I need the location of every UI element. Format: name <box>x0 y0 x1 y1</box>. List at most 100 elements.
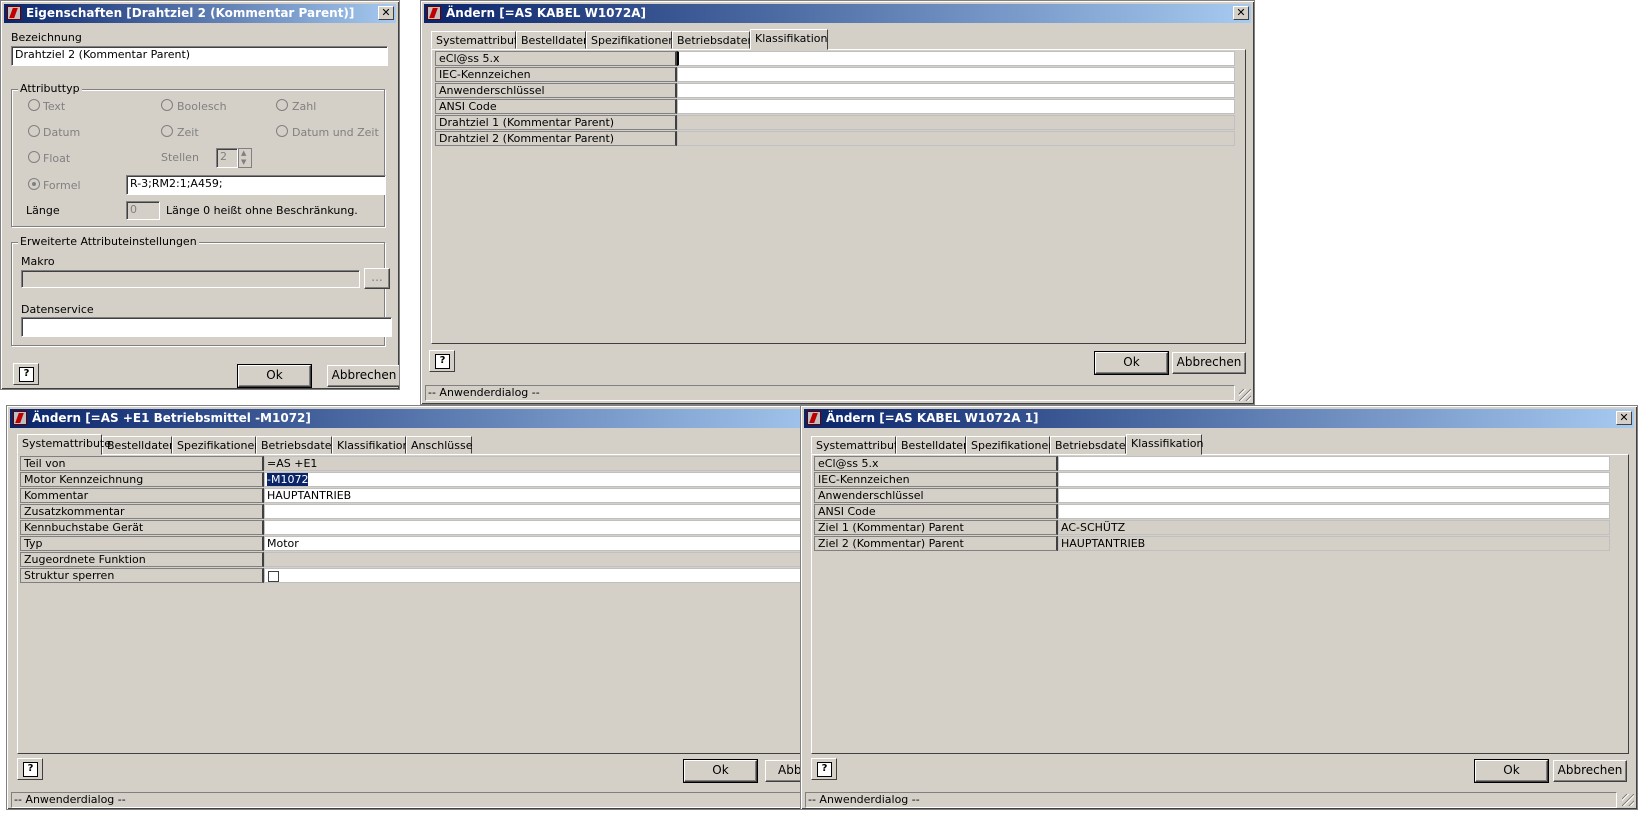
ok-button[interactable]: Ok <box>237 364 312 388</box>
property-value[interactable]: AC-SCHÜTZ <box>1058 520 1610 535</box>
table-row: Anwenderschlüssel <box>435 83 1235 98</box>
tab-spezifikationen[interactable]: Spezifikationen <box>586 31 675 49</box>
tab-spezifikationen[interactable]: Spezifikationen <box>172 436 261 454</box>
status-bar: -- Anwenderdialog -- <box>11 792 801 808</box>
close-icon: ✕ <box>381 6 391 19</box>
aendern-kabel-1-window: Ändern [=AS KABEL W1072A 1] ✕ Systemattr… <box>800 405 1638 810</box>
property-key: eCl@ss 5.x <box>814 456 1058 471</box>
title-bar[interactable]: Ändern [=AS +E1 Betriebsmittel -M1072] <box>10 409 801 428</box>
radio-datum-und-zeit[interactable] <box>276 125 288 137</box>
property-key: Ziel 1 (Kommentar) Parent <box>814 520 1058 535</box>
stellen-input[interactable]: 2 <box>216 148 238 168</box>
makro-input[interactable] <box>21 270 360 288</box>
ok-button[interactable]: Ok <box>683 759 758 783</box>
title-bar[interactable]: Eigenschaften [Drahtziel 2 (Kommentar Pa… <box>4 4 396 23</box>
property-value[interactable] <box>677 99 1235 114</box>
radio-zahl[interactable] <box>276 99 288 111</box>
radio-zeit[interactable] <box>161 125 173 137</box>
property-value[interactable] <box>677 51 1235 66</box>
property-key: Ziel 2 (Kommentar) Parent <box>814 536 1058 551</box>
resize-grip-icon[interactable] <box>1239 389 1251 401</box>
tab-betriebsdaten[interactable]: Betriebsdaten <box>672 31 754 49</box>
stellen-spinner[interactable]: ▲ ▼ <box>238 148 252 168</box>
tab-systemattribute[interactable]: Systemattribute <box>17 434 111 455</box>
property-key: Motor Kennzeichnung <box>20 472 264 487</box>
property-value[interactable]: -M1072 <box>264 472 801 487</box>
property-value[interactable]: Motor <box>264 536 801 551</box>
cancel-button[interactable]: Abbrechen <box>1553 760 1627 782</box>
property-key: Zusatzkommentar <box>20 504 264 519</box>
table-row: IEC-Kennzeichen <box>814 472 1610 487</box>
property-value[interactable] <box>264 504 801 519</box>
property-grid: eCl@ss 5.x IEC-Kennzeichen Anwenderschlü… <box>435 51 1235 149</box>
help-button[interactable]: ? <box>17 758 43 780</box>
tab-bestelldaten[interactable]: Bestelldaten <box>102 436 176 454</box>
radio-text[interactable] <box>28 99 40 111</box>
ok-button[interactable]: Ok <box>1474 759 1549 783</box>
property-key: Zugeordnete Funktion <box>20 552 264 567</box>
property-value[interactable] <box>677 83 1235 98</box>
tab-klassifikation[interactable]: Klassifikation <box>750 29 828 50</box>
datenservice-input[interactable] <box>21 317 392 337</box>
property-value[interactable]: =AS +E1 <box>264 456 801 471</box>
title-bar[interactable]: Ändern [=AS KABEL W1072A] ✕ <box>424 4 1251 23</box>
window-title: Eigenschaften [Drahtziel 2 (Kommentar Pa… <box>26 6 355 20</box>
table-row: Anwenderschlüssel <box>814 488 1610 503</box>
tab-anschluesse[interactable]: Anschlüsse <box>406 436 473 454</box>
help-icon: ? <box>435 354 450 369</box>
table-row: eCl@ss 5.x <box>435 51 1235 66</box>
cancel-button[interactable]: Abbr <box>765 760 801 782</box>
property-value[interactable] <box>677 115 1235 130</box>
tab-klassifikation[interactable]: Klassifikation <box>332 436 409 454</box>
tab-betriebsdaten[interactable]: Betriebsdaten <box>1050 436 1132 454</box>
ok-button[interactable]: Ok <box>1094 351 1169 375</box>
status-bar: -- Anwenderdialog -- <box>425 385 1235 401</box>
close-icon: ✕ <box>1619 411 1629 424</box>
formel-input[interactable]: R-3;RM2:1;A459; <box>126 175 386 195</box>
radio-formel-label: Formel <box>43 179 81 192</box>
property-value[interactable] <box>677 131 1235 146</box>
tab-systemattribute[interactable]: Systemattribute <box>431 31 525 49</box>
radio-text-label: Text <box>43 100 66 113</box>
laenge-input[interactable]: 0 <box>126 201 160 220</box>
app-icon <box>7 6 21 20</box>
property-value[interactable]: HAUPTANTRIEB <box>1058 536 1610 551</box>
cancel-button[interactable]: Abbrechen <box>327 365 399 387</box>
property-value[interactable] <box>264 520 801 535</box>
help-button[interactable]: ? <box>13 363 39 385</box>
property-value[interactable]: HAUPTANTRIEB <box>264 488 801 503</box>
makro-browse-button[interactable]: ... <box>364 268 390 289</box>
tab-systemattribute[interactable]: Systemattribute <box>811 436 905 454</box>
property-key: Teil von <box>20 456 264 471</box>
property-value[interactable] <box>677 67 1235 82</box>
struktur-sperren-checkbox[interactable] <box>268 571 279 582</box>
eigenschaften-window: Eigenschaften [Drahtziel 2 (Kommentar Pa… <box>0 0 400 390</box>
radio-float[interactable] <box>28 151 40 163</box>
tab-betriebsdaten[interactable]: Betriebsdaten <box>256 436 338 454</box>
app-icon <box>427 6 441 20</box>
property-value[interactable] <box>1058 456 1610 471</box>
property-value[interactable] <box>264 552 801 567</box>
property-value[interactable] <box>1058 472 1610 487</box>
tab-bestelldaten[interactable]: Bestelldaten <box>516 31 590 49</box>
property-value[interactable] <box>264 568 801 583</box>
radio-datum[interactable] <box>28 125 40 137</box>
close-button[interactable]: ✕ <box>1233 6 1249 20</box>
tab-spezifikationen[interactable]: Spezifikationen <box>966 436 1055 454</box>
bezeichnung-input[interactable]: Drahtziel 2 (Kommentar Parent) <box>11 46 388 66</box>
help-button[interactable]: ? <box>429 350 455 372</box>
table-row: Kommentar HAUPTANTRIEB <box>20 488 801 503</box>
radio-boolesch[interactable] <box>161 99 173 111</box>
cancel-button[interactable]: Abbrechen <box>1172 352 1246 374</box>
close-button[interactable]: ✕ <box>1616 411 1632 425</box>
title-bar[interactable]: Ändern [=AS KABEL W1072A 1] ✕ <box>804 409 1634 428</box>
resize-grip-icon[interactable] <box>1622 794 1634 806</box>
property-value[interactable] <box>1058 504 1610 519</box>
radio-formel[interactable] <box>28 178 40 190</box>
tab-bestelldaten[interactable]: Bestelldaten <box>896 436 970 454</box>
close-button[interactable]: ✕ <box>378 6 394 20</box>
tab-klassifikation[interactable]: Klassifikation <box>1126 434 1203 455</box>
property-grid: eCl@ss 5.x IEC-Kennzeichen Anwenderschlü… <box>814 456 1610 554</box>
property-value[interactable] <box>1058 488 1610 503</box>
help-button[interactable]: ? <box>811 758 837 780</box>
